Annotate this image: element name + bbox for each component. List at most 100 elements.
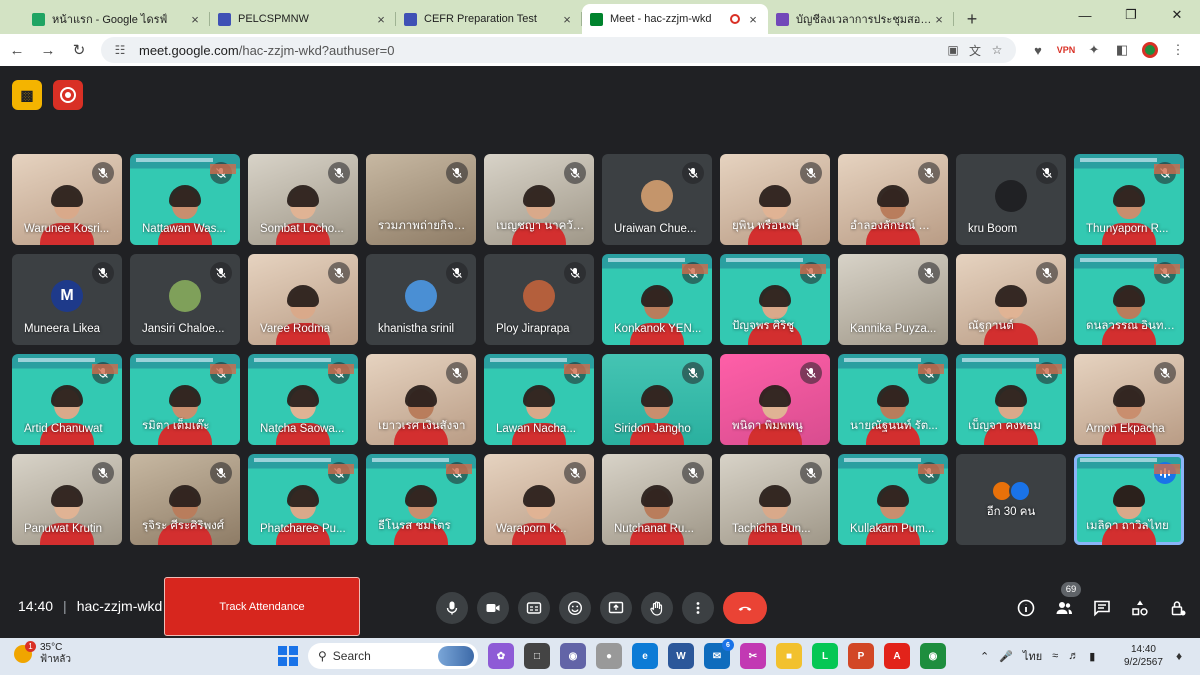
teams-chat-icon[interactable]: ◉	[560, 643, 586, 669]
tray-chevron-icon[interactable]: ⌃	[980, 650, 989, 663]
taskbar-search[interactable]: ⚲ Search	[308, 643, 478, 669]
participant-tile[interactable]: ณัฐกานต์	[956, 254, 1066, 345]
participant-tile[interactable]: Konkanok YEN...	[602, 254, 712, 345]
tray-microphone-icon[interactable]: 🎤	[999, 650, 1013, 663]
participant-tile[interactable]: รวมภาพถ่ายกิจก...	[366, 154, 476, 245]
extension-vpn-icon[interactable]: VPN	[1052, 36, 1080, 64]
participant-tile[interactable]: Siridon Jangho	[602, 354, 712, 445]
line-app-icon[interactable]: L	[812, 643, 838, 669]
participant-tile[interactable]: Ploy Jiraprapa	[484, 254, 594, 345]
site-info-icon[interactable]: ☷	[109, 43, 131, 57]
close-tab-icon[interactable]: ×	[188, 12, 202, 27]
participant-tile[interactable]: เยาวเรศ เงินสังจา	[366, 354, 476, 445]
track-attendance-button[interactable]: Track Attendance	[164, 577, 360, 636]
camera-icon[interactable]	[477, 592, 509, 624]
acrobat-icon[interactable]: A	[884, 643, 910, 669]
close-window-button[interactable]: ✕	[1154, 0, 1200, 30]
mail-icon[interactable]: ✉ 6	[704, 639, 734, 669]
word-icon[interactable]: W	[668, 643, 694, 669]
bookmark-star-icon[interactable]: ☆	[986, 43, 1008, 57]
participant-tile[interactable]: Nattawan Was...	[130, 154, 240, 245]
participant-tile[interactable]: พนิดา พิมพหนู	[720, 354, 830, 445]
chrome-icon[interactable]: ◉	[920, 643, 946, 669]
weather-widget[interactable]: 1 35°C ฟ้าหลัว	[14, 641, 71, 666]
file-explorer-icon[interactable]: ■	[776, 643, 802, 669]
participant-tile[interactable]: Phatcharee Pu...	[248, 454, 358, 545]
translate-icon[interactable]: 文	[964, 42, 986, 59]
windows-start-icon[interactable]	[278, 646, 298, 666]
wifi-icon[interactable]: ≈	[1052, 650, 1058, 662]
participant-tile[interactable]: Jansiri Chaloe...	[130, 254, 240, 345]
participant-tile[interactable]: เบ็ญจา คงหอม	[956, 354, 1066, 445]
extensions-puzzle-icon[interactable]: ✦	[1080, 36, 1108, 64]
participant-tile[interactable]: Panuwat Krutin	[12, 454, 122, 545]
minimize-button[interactable]: —	[1062, 0, 1108, 30]
participant-tile[interactable]: Sombat Locho...	[248, 154, 358, 245]
participant-tile[interactable]: ยุพิน พรือนงษ์	[720, 154, 830, 245]
participant-tile[interactable]: Nutchanat Ru...	[602, 454, 712, 545]
captions-off-icon[interactable]: ▩	[12, 80, 42, 110]
participant-tile[interactable]: Kullakarn Pum...	[838, 454, 948, 545]
raise-hand-icon[interactable]	[641, 592, 673, 624]
reload-icon[interactable]: ↻	[65, 36, 93, 64]
participant-tile[interactable]: Lawan Nacha...	[484, 354, 594, 445]
emoji-reactions-icon[interactable]	[559, 592, 591, 624]
input-language[interactable]: ไทย	[1023, 647, 1042, 665]
participant-tile[interactable]: Thunyaporn R...	[1074, 154, 1184, 245]
task-view-icon[interactable]: □	[524, 643, 550, 669]
volume-icon[interactable]: ♬	[1068, 650, 1079, 662]
browser-tab[interactable]: Meet - hac-zzjm-wkd ×	[582, 4, 768, 34]
restore-button[interactable]: ❐	[1108, 0, 1154, 30]
participant-tile[interactable]: เบญชญา นาควัฒน์	[484, 154, 594, 245]
meeting-code[interactable]: hac-zzjm-wkd	[77, 598, 163, 614]
leave-call-icon[interactable]	[723, 592, 767, 624]
participant-tile[interactable]: kru Boom	[956, 154, 1066, 245]
close-tab-icon[interactable]: ×	[374, 12, 388, 27]
meeting-details-icon[interactable]	[1010, 592, 1042, 624]
participant-tile[interactable]: อำลองลักษณ์ คำ...	[838, 154, 948, 245]
forward-icon[interactable]: →	[34, 36, 62, 64]
captions-icon[interactable]	[518, 592, 550, 624]
battery-icon[interactable]: ▮	[1089, 650, 1095, 663]
participant-tile[interactable]: นายณัฐนนท์ รัต...	[838, 354, 948, 445]
notification-bell-icon[interactable]: ♦	[1176, 649, 1182, 663]
host-controls-icon[interactable]	[1162, 592, 1194, 624]
participant-tile[interactable]: Natcha Saowa...	[248, 354, 358, 445]
participant-tile[interactable]: ดนลวรรณ อินทร...	[1074, 254, 1184, 345]
participant-tile[interactable]: Waraporn K...	[484, 454, 594, 545]
new-tab-button[interactable]: +	[958, 5, 986, 33]
browser-tab[interactable]: บัญชีลงเวลาการประชุมสอบ CEFR ปี×	[768, 4, 954, 34]
participant-tile[interactable]: Uraiwan Chue...	[602, 154, 712, 245]
browser-tab[interactable]: หน้าแรก - Google ไดรฟ์ ×	[24, 4, 210, 34]
chat-icon[interactable]	[1086, 592, 1118, 624]
participant-tile[interactable]: M Muneera Likea	[12, 254, 122, 345]
close-tab-icon[interactable]: ×	[560, 12, 574, 27]
participant-tile[interactable]: Warunee Kosri...	[12, 154, 122, 245]
more-options-icon[interactable]	[682, 592, 714, 624]
participant-tile[interactable]: Arnon Ekpacha	[1074, 354, 1184, 445]
microphone-icon[interactable]	[436, 592, 468, 624]
camera-in-use-icon[interactable]: ▣	[942, 43, 964, 57]
powerpoint-icon[interactable]: P	[848, 643, 874, 669]
browser-menu-icon[interactable]: ⋮	[1164, 36, 1192, 64]
address-bar[interactable]: ☷ meet.google.com/hac-zzjm-wkd?authuser=…	[101, 37, 1016, 63]
participant-tile[interactable]: Varee Rodma	[248, 254, 358, 345]
close-tab-icon[interactable]: ×	[746, 12, 760, 27]
side-panel-icon[interactable]: ◧	[1108, 36, 1136, 64]
participant-tile[interactable]: รุจิระ ศีระศิริพงศ์	[130, 454, 240, 545]
participant-tile[interactable]: ธีโนรส ชมโตร	[366, 454, 476, 545]
taskbar-clock[interactable]: 14:40 9/2/2567	[1124, 643, 1163, 669]
more-participants-tile[interactable]: อีก 30 คน	[956, 454, 1066, 545]
participant-tile[interactable]: khanistha srinil	[366, 254, 476, 345]
widget-app-icon[interactable]: ●	[596, 643, 622, 669]
recording-icon[interactable]	[53, 80, 83, 110]
profile-avatar[interactable]	[1136, 36, 1164, 64]
snipping-tool-icon[interactable]: ✂	[740, 643, 766, 669]
back-icon[interactable]: ←	[3, 36, 31, 64]
copilot-icon[interactable]: ✿	[488, 643, 514, 669]
browser-tab[interactable]: CEFR Preparation Test ×	[396, 4, 582, 34]
participant-tile[interactable]: Artid Chanuwat	[12, 354, 122, 445]
close-tab-icon[interactable]: ×	[932, 12, 946, 27]
participant-tile[interactable]: Tachicha Bun...	[720, 454, 830, 545]
extension-icon[interactable]: ♥	[1024, 36, 1052, 64]
